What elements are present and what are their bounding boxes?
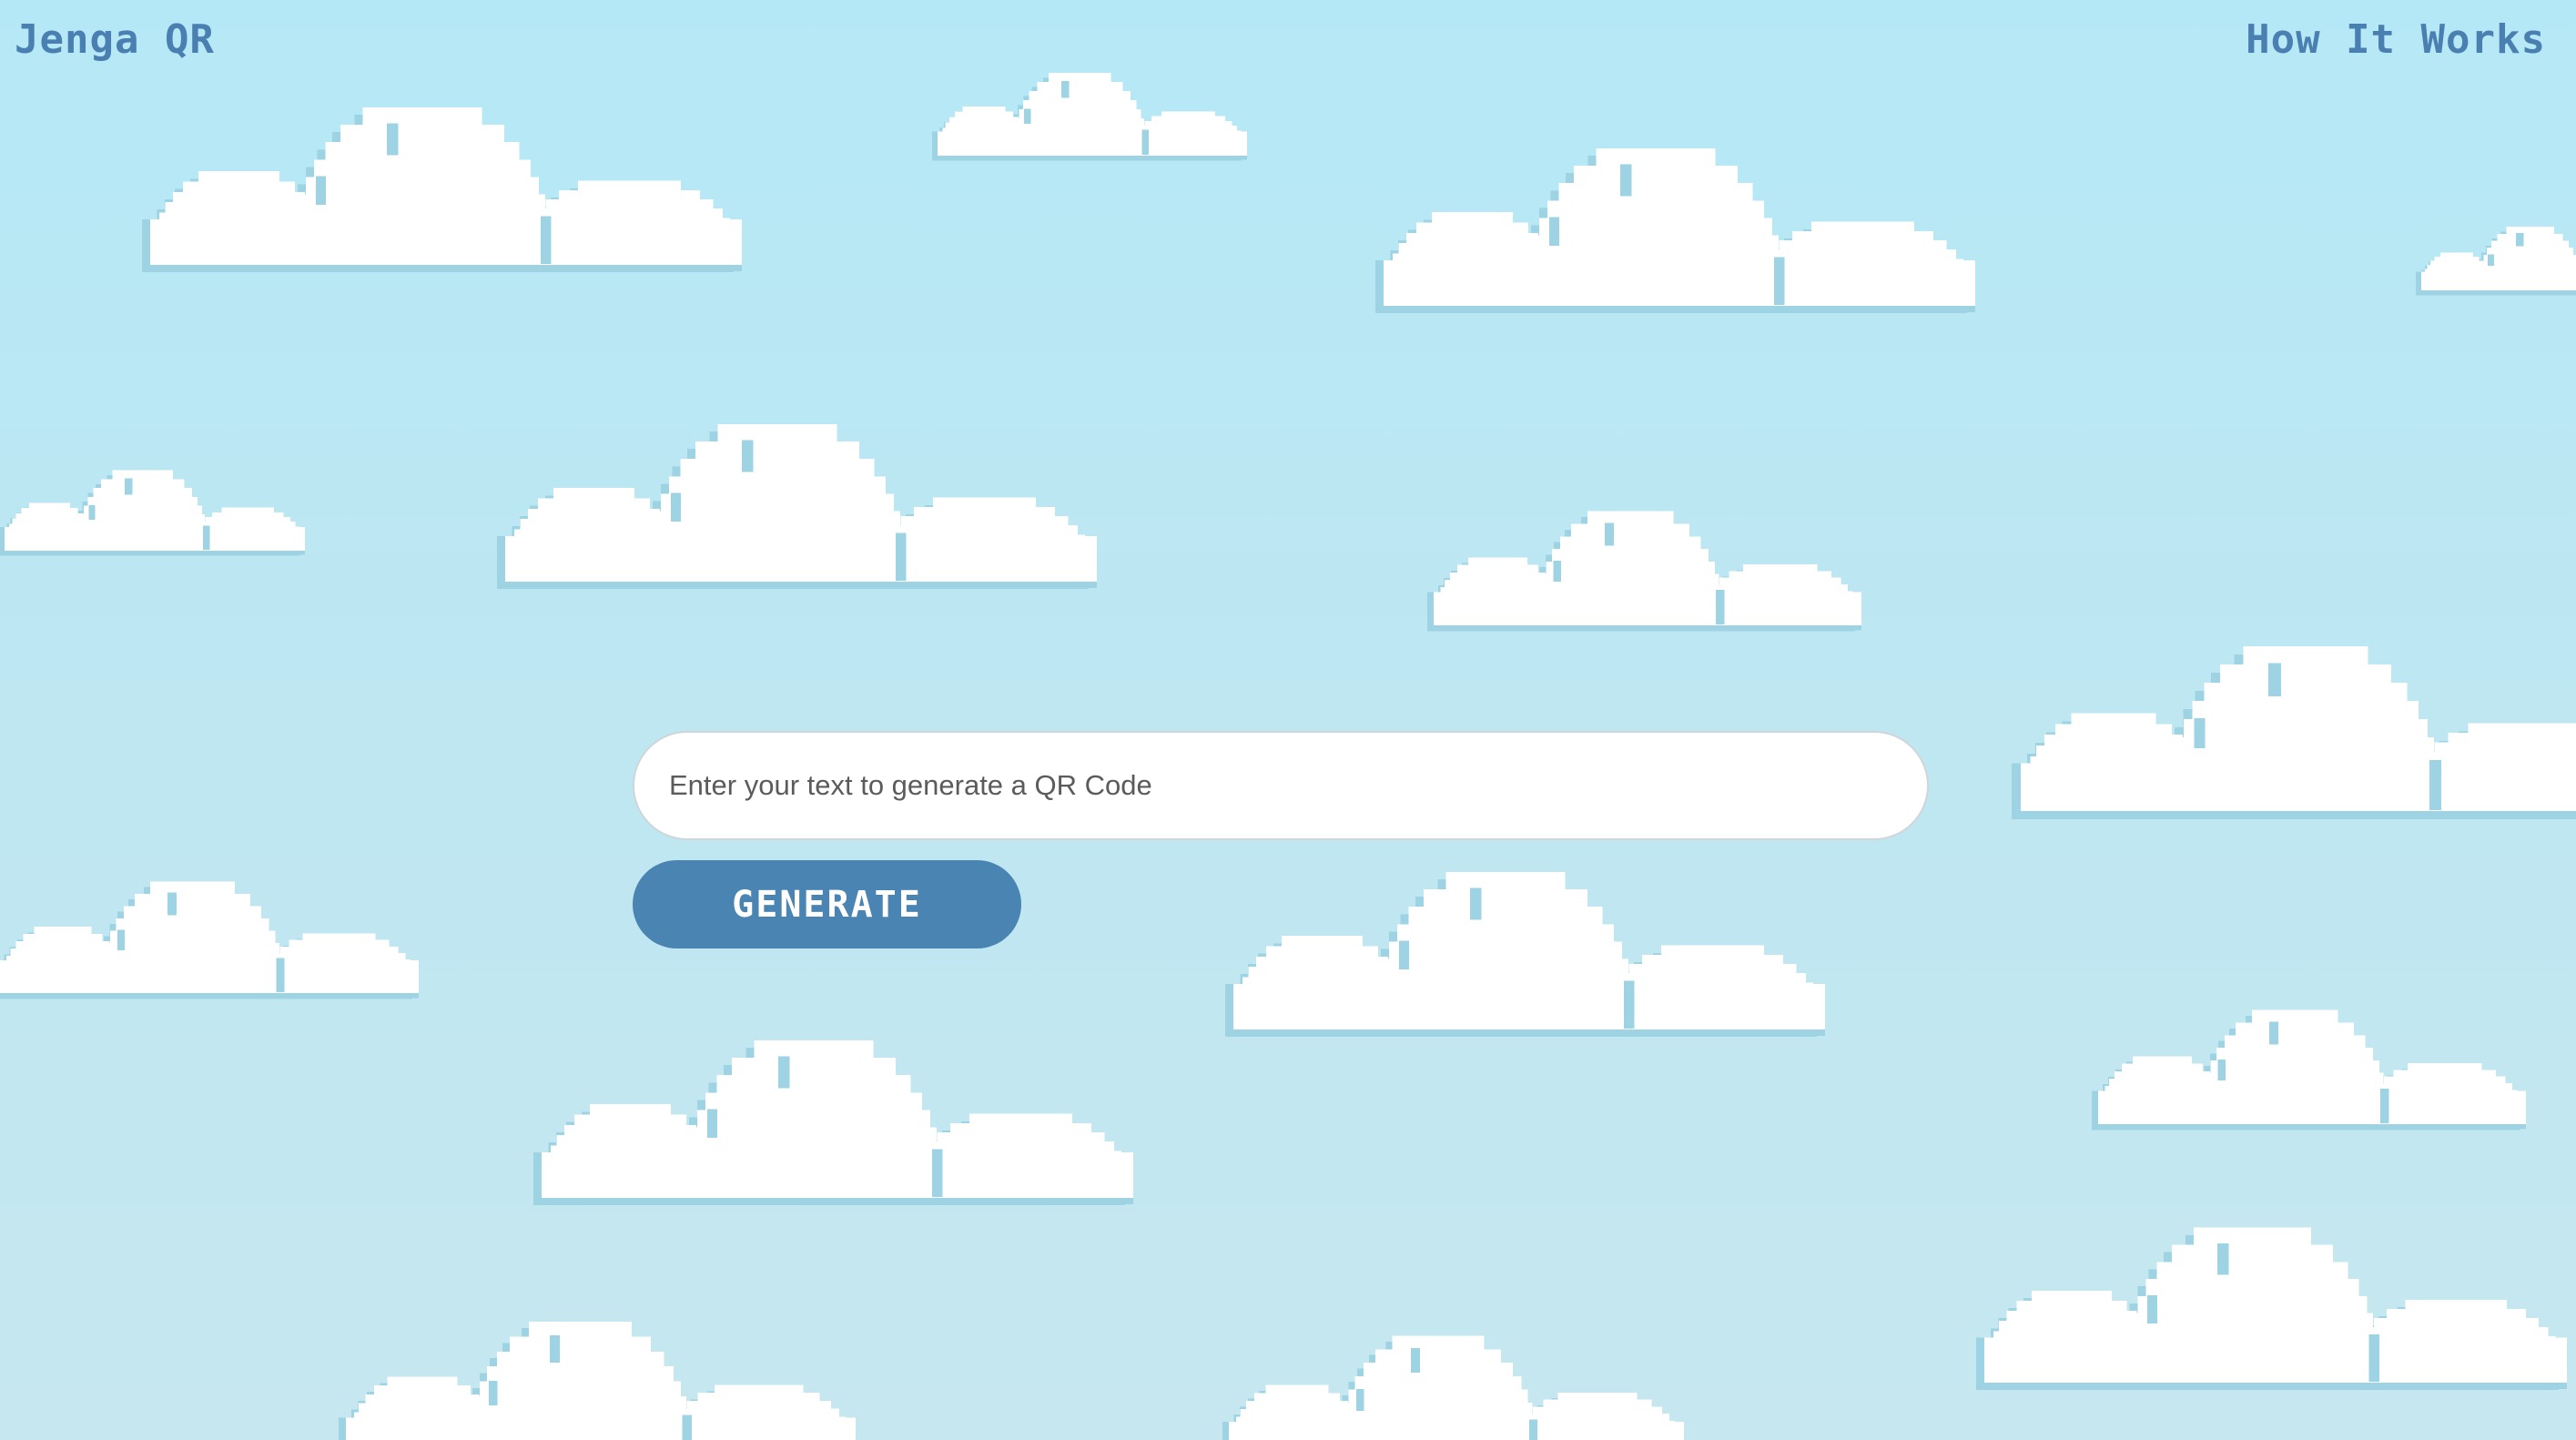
cloud-decoration [2092, 1009, 2526, 1131]
app-logo[interactable]: Jenga QR [15, 16, 215, 63]
cloud-background [0, 73, 2576, 1440]
cloud-decoration [339, 1321, 856, 1440]
top-bar: Jenga QR How It Works [0, 0, 2576, 91]
cloud-decoration [2012, 646, 2576, 819]
how-it-works-link[interactable]: How It Works [2246, 16, 2546, 63]
cloud-decoration [497, 424, 1097, 590]
cloud-decoration [1976, 1227, 2567, 1391]
qr-form: GENERATE [633, 731, 1929, 948]
cloud-decoration [533, 1040, 1133, 1206]
cloud-decoration [0, 881, 419, 999]
generate-button[interactable]: GENERATE [633, 860, 1021, 948]
cloud-decoration [142, 107, 742, 273]
cloud-decoration [1375, 148, 1975, 314]
cloud-decoration [1427, 511, 1861, 632]
cloud-decoration [1222, 1335, 1684, 1440]
qr-text-input[interactable] [633, 731, 1929, 840]
cloud-decoration [2416, 227, 2576, 296]
cloud-decoration [0, 470, 305, 556]
